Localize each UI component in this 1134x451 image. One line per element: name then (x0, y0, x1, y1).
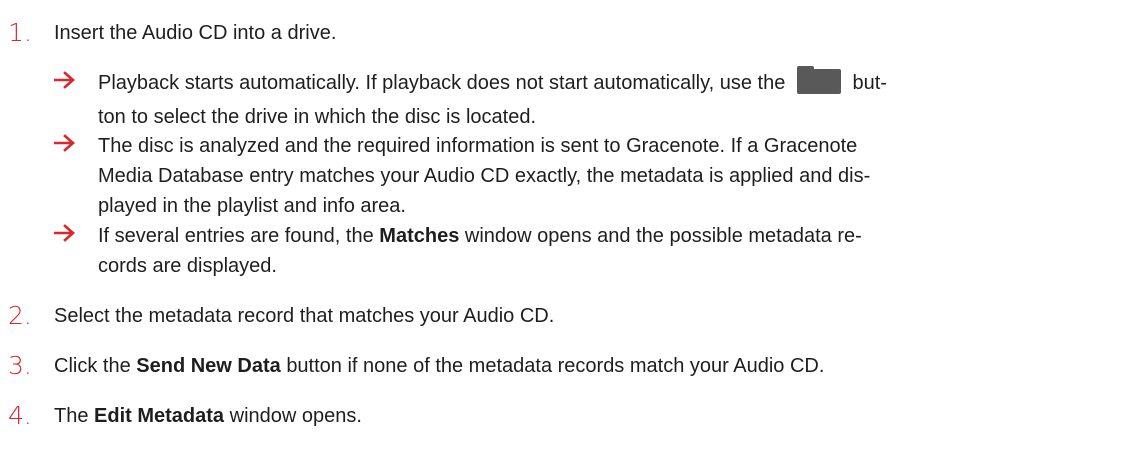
step-text-part: window opens. (229, 405, 362, 427)
result-text: Playback starts automatically. If playba… (98, 66, 1114, 132)
arrow-right-icon (54, 224, 75, 242)
step-text-part: Click the (54, 355, 131, 377)
result-line: played in the playlist and info area. (98, 195, 406, 217)
result-text: The disc is analyzed and the required in… (98, 131, 1114, 221)
result-line: window opens and the possible metadata r… (464, 225, 862, 247)
step-text-part: button if none of the metadata records m… (286, 355, 825, 377)
arrow-right-icon (54, 134, 75, 152)
step-number: 4. (8, 401, 32, 430)
step-text: The Edit Metadata window opens. (54, 401, 362, 431)
step-number: 2. (8, 301, 32, 330)
result-1: Playback starts automatically. If playba… (54, 66, 1114, 132)
ui-term: Matches (379, 225, 460, 247)
ui-term: Edit Metadata (94, 405, 225, 427)
step-text: Select the metadata record that matches … (54, 305, 555, 327)
result-3: If several entries are found, the Matche… (54, 221, 1114, 281)
result-line: but- (852, 72, 887, 94)
result-line: If several entries are found, the (98, 225, 374, 247)
step-text-part: The (54, 405, 89, 427)
step-number: 3. (8, 351, 32, 380)
result-line: ton to select the drive in which the dis… (98, 106, 537, 128)
step-text: Insert the Audio CD into a drive. (54, 22, 337, 44)
result-2: The disc is analyzed and the required in… (54, 131, 1114, 221)
result-line: cords are displayed. (98, 255, 277, 277)
result-line: Playback starts automatically. If playba… (98, 72, 786, 94)
result-line: The disc is analyzed and the required in… (98, 135, 858, 157)
step-number: 1. (8, 18, 32, 47)
step-text: Click the Send New Data button if none o… (54, 351, 824, 381)
result-line: Media Database entry matches your Audio … (98, 165, 871, 187)
ui-term: Send New Data (136, 355, 281, 377)
result-text: If several entries are found, the Matche… (98, 221, 1114, 281)
arrow-right-icon (54, 71, 75, 89)
instruction-list: 1. Insert the Audio CD into a drive. Pla… (0, 0, 1134, 451)
folder-icon[interactable] (796, 66, 841, 94)
